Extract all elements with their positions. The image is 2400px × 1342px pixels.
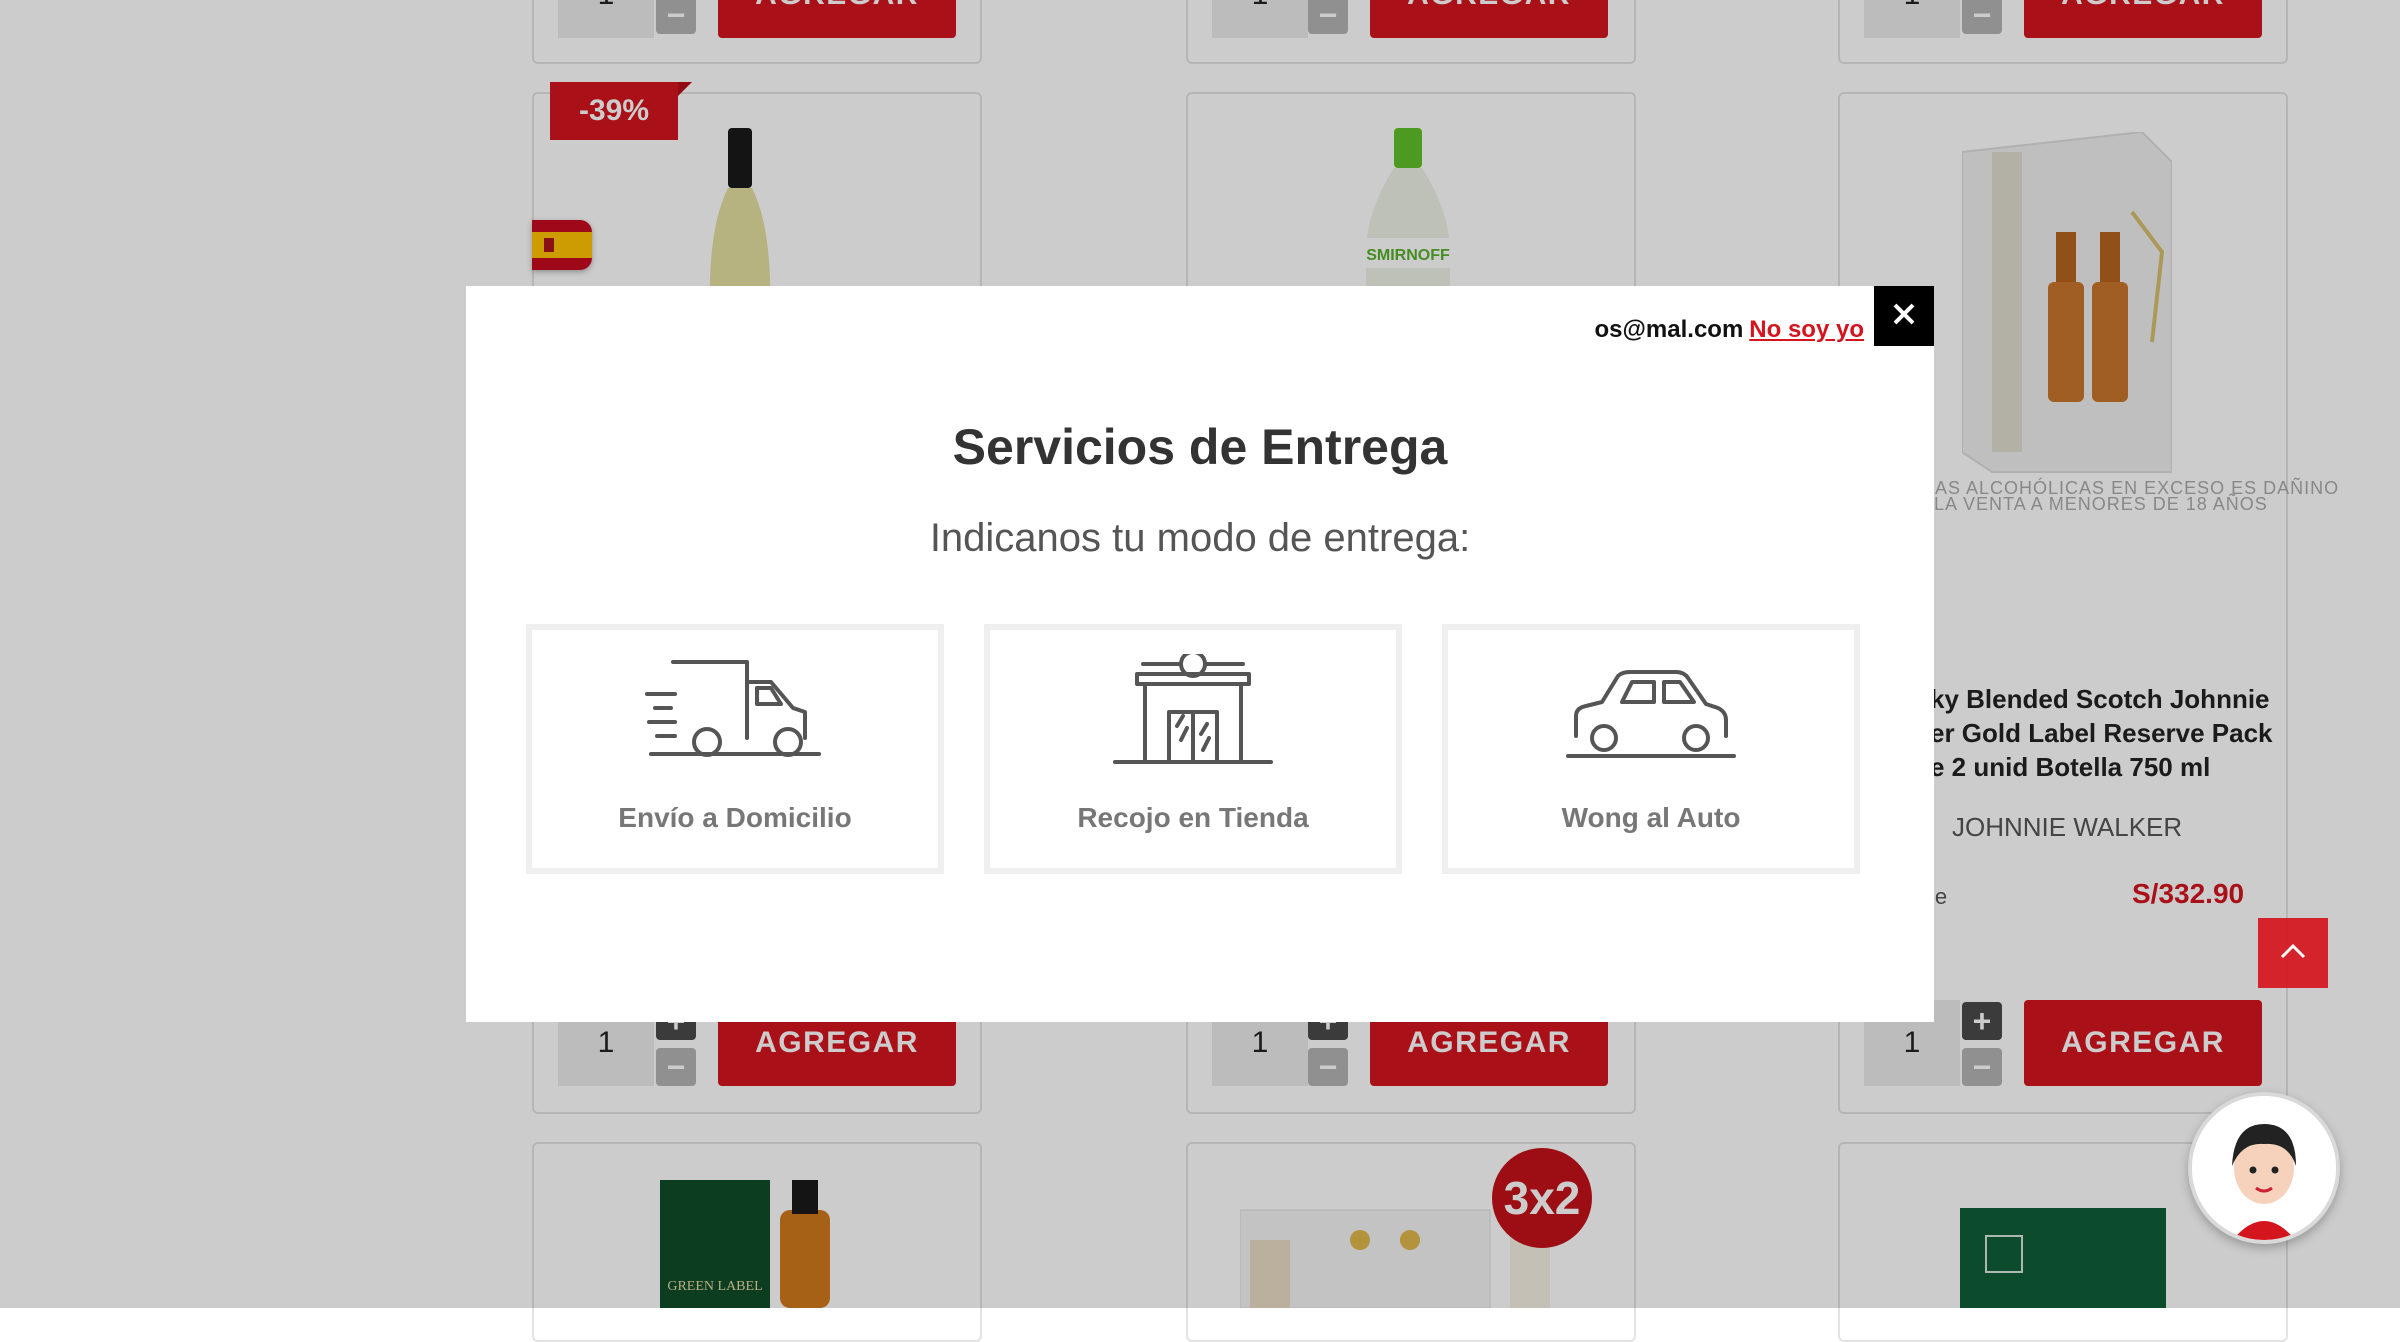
modal-title: Servicios de Entrega [952,419,1448,475]
chat-assistant-avatar[interactable] [2188,1092,2340,1244]
car-icon [1566,654,1736,769]
delivery-services-modal: os@mal.com No soy yo Servicios de Entrega… [466,286,1934,1022]
option-store-pickup[interactable]: Recojo en Tienda [984,624,1402,874]
scroll-to-top-button[interactable] [2258,918,2328,988]
not-me-link[interactable]: No soy yo [1749,316,1864,343]
assistant-face-icon [2192,1096,2336,1240]
modal-subtitle: Indicanos tu modo de entrega: [929,516,1471,560]
option-label: Wong al Auto [1561,802,1741,833]
chevron-up-icon [2280,943,2306,964]
close-icon [1891,301,1917,332]
user-email: os@mal.com [1594,316,1744,343]
option-label: Envío a Domicilio [618,802,852,833]
user-identity-row: os@mal.com No soy yo [1595,316,1864,344]
store-icon [1113,650,1273,769]
option-label: Recojo en Tienda [1077,802,1309,833]
close-button[interactable] [1874,286,1934,346]
option-home-delivery[interactable]: Envío a Domicilio [526,624,944,874]
option-car-pickup[interactable]: Wong al Auto [1442,624,1860,874]
delivery-truck-icon [645,654,825,769]
